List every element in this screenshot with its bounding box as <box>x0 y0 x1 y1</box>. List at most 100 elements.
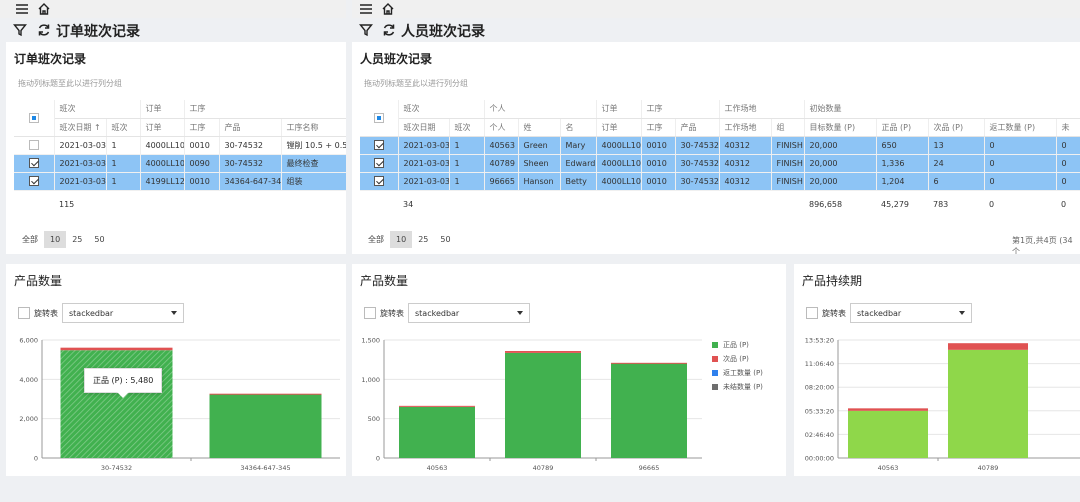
row-checkbox[interactable] <box>28 140 39 150</box>
table-row[interactable]: 2021-03-03 1 40789 Sheen Edward 4000LL10 0010 3… <box>360 154 1080 173</box>
table-cell: 1 <box>449 172 485 191</box>
pager-option[interactable]: 25 <box>412 231 434 248</box>
legend-label: 返工数量 (P) <box>723 369 763 377</box>
pivot-toggle[interactable]: 旋转表 <box>364 307 404 319</box>
staff-shift-card: 人员班次记录 拖动列标题至此以进行列分组 班次 个人 订单 工序 工作场地 初始… <box>352 42 1080 254</box>
home-icon[interactable] <box>36 1 52 17</box>
legend-item[interactable]: 返工数量 (P) <box>712 366 763 380</box>
column-header[interactable]: 班次日期 <box>398 118 450 137</box>
column-header[interactable]: 工序名称 <box>281 118 346 137</box>
table-cell: 20,000 <box>804 172 877 191</box>
card-title: 产品数量 <box>14 274 63 288</box>
select-all-cell[interactable] <box>360 100 399 137</box>
row-select-cell[interactable] <box>360 172 399 191</box>
table-cell: 4000LL10 <box>140 136 185 155</box>
refresh-icon[interactable] <box>36 22 52 38</box>
column-header[interactable]: 次品 (P) <box>928 118 985 137</box>
table-row[interactable]: 2021-03-03 1 4000LL10 0090 30-74532 最终检查 <box>14 154 346 173</box>
table-cell: 1,336 <box>876 154 929 173</box>
table-row[interactable]: 2021-03-03 1 40563 Green Mary 4000LL10 0010 30-… <box>360 136 1080 155</box>
table-cell: 4199LL12 <box>140 172 185 191</box>
row-checkbox[interactable] <box>373 176 384 186</box>
row-select-cell[interactable] <box>14 172 55 191</box>
column-header[interactable]: 产品 <box>219 118 282 137</box>
staff-shift-grid: 班次 个人 订单 工序 工作场地 初始数量 班次日期 班次 个人姓名订单 工序 产品 工作… <box>360 100 1080 218</box>
footer-target: 896,658 <box>804 189 876 218</box>
row-select-cell[interactable] <box>360 154 399 173</box>
order-shift-grid: 班次 订单 工序 班次日期 ↑ 班次 订单 工序 产品 工序名称 2021-03-03 1 4… <box>14 100 346 218</box>
column-header[interactable]: 姓 <box>518 118 561 137</box>
page-info: 第1页,共4页 (34 个 <box>1012 236 1073 254</box>
menu-icon[interactable] <box>358 1 374 17</box>
legend-item[interactable]: 未结数量 (P) <box>712 380 763 394</box>
filter-icon[interactable] <box>358 22 374 38</box>
chevron-down-icon <box>959 311 965 315</box>
filter-icon[interactable] <box>12 22 28 38</box>
y-tick-label: 02:46:40 <box>805 431 834 439</box>
row-checkbox[interactable] <box>28 176 39 186</box>
row-checkbox[interactable] <box>28 158 39 168</box>
table-row[interactable]: 2021-03-03 1 4199LL12 0010 34364-647-345 组装 <box>14 172 346 191</box>
pager-option[interactable]: 10 <box>390 231 413 248</box>
pivot-checkbox[interactable] <box>806 307 818 319</box>
pivot-checkbox[interactable] <box>364 307 376 319</box>
select-all-checkbox[interactable] <box>373 112 384 123</box>
pager-option[interactable]: 全部 <box>16 230 44 249</box>
column-header[interactable]: 订单 <box>596 118 642 137</box>
select-all-cell[interactable] <box>14 100 55 137</box>
pager-option[interactable]: 50 <box>88 231 110 248</box>
column-header[interactable]: 目标数量 (P) <box>804 118 877 137</box>
column-header[interactable]: 个人 <box>484 118 519 137</box>
pivot-checkbox[interactable] <box>18 307 30 319</box>
column-header[interactable]: 未 <box>1056 118 1080 137</box>
product-quantity-card: 产品数量 旋转表 stackedbar 0 2,000 4,000 6,000 30-7… <box>6 264 346 476</box>
chevron-down-icon <box>517 311 523 315</box>
row-checkbox[interactable] <box>373 140 384 150</box>
row-select-cell[interactable] <box>360 136 399 155</box>
select-all-checkbox[interactable] <box>28 112 39 123</box>
table-cell: FINISH <box>771 136 805 155</box>
chart-type-value: stackedbar <box>69 308 114 318</box>
pivot-toggle[interactable]: 旋转表 <box>806 307 846 319</box>
table-cell: Mary <box>560 136 597 155</box>
chart-type-select[interactable]: stackedbar <box>408 303 530 323</box>
chart-type-select[interactable]: stackedbar <box>850 303 972 323</box>
y-tick-label: 13:53:20 <box>805 337 834 345</box>
column-header[interactable]: 产品 <box>675 118 720 137</box>
table-cell: Hanson <box>518 172 561 191</box>
row-checkbox[interactable] <box>373 158 384 168</box>
column-header[interactable]: 班次 <box>106 118 141 137</box>
table-cell: 4000LL10 <box>596 154 642 173</box>
group-header: 班次 <box>54 100 141 119</box>
row-select-cell[interactable] <box>14 136 55 155</box>
column-header[interactable]: 工作场地 <box>719 118 772 137</box>
column-header[interactable]: 组 <box>771 118 805 137</box>
table-cell: 1 <box>106 136 141 155</box>
column-header[interactable]: 返工数量 (P) <box>984 118 1057 137</box>
table-cell: 1,204 <box>876 172 929 191</box>
row-select-cell[interactable] <box>14 154 55 173</box>
column-header[interactable]: 工序 <box>184 118 220 137</box>
pager-option[interactable]: 50 <box>434 231 456 248</box>
column-header[interactable]: 正品 (P) <box>876 118 929 137</box>
pivot-toggle[interactable]: 旋转表 <box>18 307 58 319</box>
menu-icon[interactable] <box>14 1 30 17</box>
legend-item[interactable]: 正品 (P) <box>712 338 763 352</box>
table-row[interactable]: 2021-03-03 1 4000LL10 0010 30-74532 镗削 10.5 +… <box>14 136 346 155</box>
column-header[interactable]: 工序 <box>641 118 676 137</box>
legend-item[interactable]: 次品 (P) <box>712 352 763 366</box>
column-header[interactable]: 名 <box>560 118 597 137</box>
column-header[interactable]: 班次 <box>449 118 485 137</box>
column-header[interactable]: 订单 <box>140 118 185 137</box>
column-header[interactable]: 班次日期 ↑ <box>54 118 107 137</box>
home-icon[interactable] <box>380 1 396 17</box>
table-row[interactable]: 2021-03-03 1 96665 Hanson Betty 4000LL10 0010 3… <box>360 172 1080 191</box>
chart-type-select[interactable]: stackedbar <box>62 303 184 323</box>
table-cell: 最终检查 <box>281 154 346 173</box>
pager-option[interactable]: 全部 <box>362 230 390 249</box>
y-tick-label: 00:00:00 <box>805 455 834 463</box>
refresh-icon[interactable] <box>381 22 397 38</box>
pager-option[interactable]: 25 <box>66 231 88 248</box>
x-tick-label: 40789 <box>978 464 999 472</box>
pager-option[interactable]: 10 <box>44 231 67 248</box>
